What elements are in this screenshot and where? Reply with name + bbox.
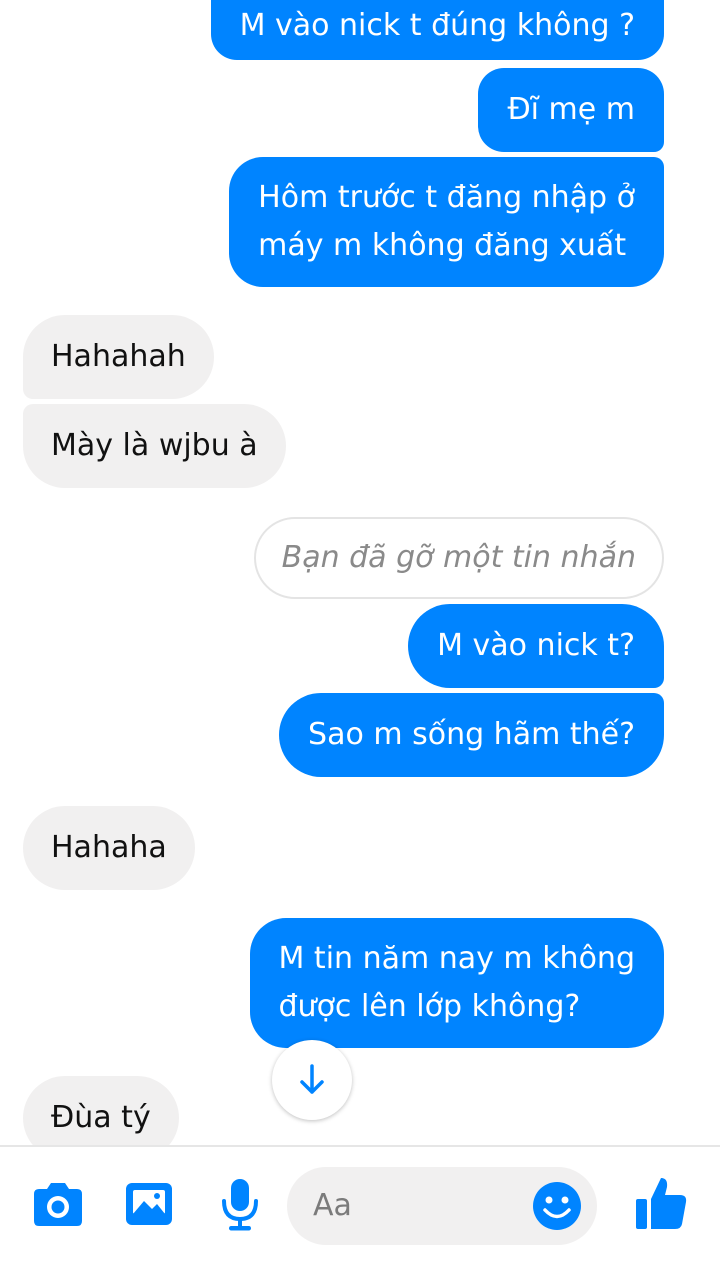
message-text: M vào nick t? — [437, 628, 635, 663]
emoji-icon — [533, 1182, 581, 1230]
message-text-line: máy m không đăng xuất — [258, 228, 627, 263]
microphone-button[interactable] — [218, 1177, 262, 1233]
message-thread[interactable]: M vào nick t đúng không ? Đĩ mẹ m Hôm tr… — [0, 0, 720, 1145]
message-text-line: được lên lớp không? — [278, 989, 581, 1024]
scroll-to-bottom-button[interactable] — [272, 1040, 352, 1120]
message-input-placeholder: Aa — [313, 1188, 352, 1223]
message-incoming[interactable]: Hahahah — [23, 315, 214, 399]
emoji-button[interactable] — [531, 1180, 583, 1232]
message-text-line: M tin năm nay m không — [278, 941, 635, 976]
message-text: Hahahah — [51, 339, 186, 374]
message-incoming[interactable]: Mày là wjbu à — [23, 404, 286, 488]
message-incoming[interactable]: Đùa tý — [23, 1076, 179, 1145]
message-outgoing[interactable]: M vào nick t? — [408, 604, 664, 688]
removed-message-notice: Bạn đã gỡ một tin nhắn — [253, 517, 664, 599]
message-outgoing[interactable]: M vào nick t đúng không ? — [210, 0, 664, 60]
microphone-icon — [222, 1179, 258, 1231]
gallery-icon — [126, 1183, 172, 1225]
camera-button[interactable] — [30, 1180, 86, 1230]
camera-icon — [34, 1183, 82, 1226]
message-text-line: Hôm trước t đăng nhập ở — [258, 180, 635, 215]
arrow-down-icon — [300, 1064, 324, 1094]
message-outgoing[interactable]: M tin năm nay m không được lên lớp không… — [249, 918, 664, 1048]
message-outgoing[interactable]: Đĩ mẹ m — [478, 68, 664, 152]
messenger-screen: M vào nick t đúng không ? Đĩ mẹ m Hôm tr… — [0, 0, 720, 1263]
like-icon — [636, 1178, 687, 1229]
message-text: Bạn đã gỡ một tin nhắn — [281, 540, 636, 575]
message-incoming[interactable]: Hahaha — [23, 806, 195, 890]
gallery-button[interactable] — [124, 1180, 174, 1228]
message-outgoing[interactable]: Sao m sống hãm thế? — [279, 693, 664, 777]
message-text: Sao m sống hãm thế? — [308, 717, 635, 752]
message-text: Hahaha — [51, 830, 167, 865]
message-input[interactable]: Aa — [287, 1167, 597, 1245]
like-button[interactable] — [634, 1174, 688, 1232]
message-text: M vào nick t đúng không ? — [239, 8, 635, 43]
message-outgoing[interactable]: Hôm trước t đăng nhập ở máy m không đăng… — [229, 157, 664, 287]
message-composer: Aa — [0, 1145, 720, 1263]
message-text: Mày là wjbu à — [51, 428, 258, 463]
message-text: Đĩ mẹ m — [507, 92, 635, 127]
message-text: Đùa tý — [51, 1100, 151, 1135]
